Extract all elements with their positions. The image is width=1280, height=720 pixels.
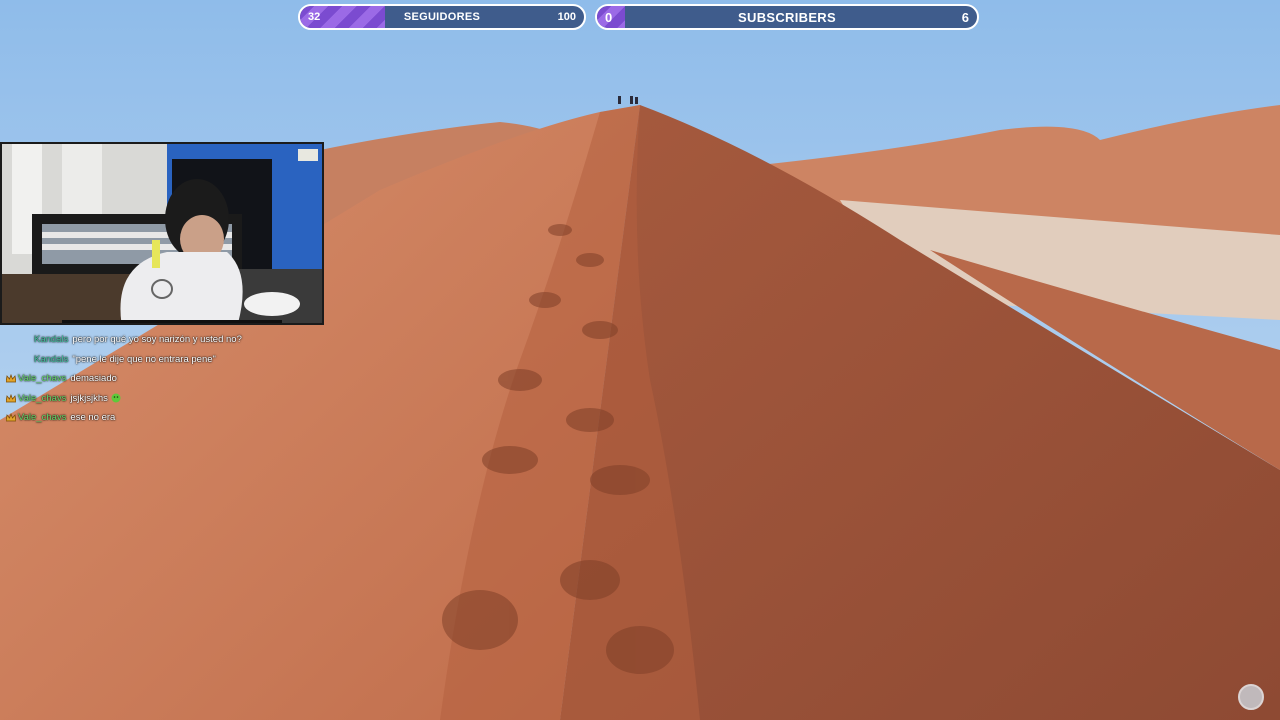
chat-username: Vale_chavs <box>18 373 67 385</box>
followers-target-count: 100 <box>557 11 576 23</box>
followers-goal-bar: 32 SEGUIDORES 100 <box>298 4 586 30</box>
chat-text: jsjkjsjkhs <box>70 392 108 404</box>
chat-text: demasiado <box>70 373 117 385</box>
crown-badge-icon <box>6 374 16 383</box>
green-emote-icon <box>111 393 121 403</box>
chat-message: Vale_chavs ese no era <box>6 408 326 428</box>
crown-badge-icon <box>6 393 16 403</box>
subscribers-goal-label: SUBSCRIBERS <box>738 9 836 25</box>
chat-text: pero por qué yo soy narizón y usted no? <box>72 334 242 346</box>
chat-message: Kandals pero por qué yo soy narizón y us… <box>6 330 326 350</box>
subscribers-target-count: 6 <box>961 9 969 25</box>
chat-text: ese no era <box>70 412 116 424</box>
chat-message: Vale_chavs demasiado <box>6 369 326 389</box>
crown-badge-icon <box>6 413 16 422</box>
chat-username: Kandals <box>34 353 69 365</box>
subscribers-goal-bar: 0 SUBSCRIBERS 6 <box>595 4 979 30</box>
webcam-overlay <box>0 142 324 325</box>
chat-overlay: Kandals pero por qué yo soy narizón y us… <box>6 330 326 428</box>
chat-message: Vale_chavs jsjkjsjkhs <box>6 389 326 409</box>
chat-username: Vale_chavs <box>18 392 67 404</box>
chat-username: Vale_chavs <box>18 412 67 424</box>
channel-avatar-icon <box>1238 684 1264 710</box>
chat-text: "pene le dije que no entrara pene" <box>72 353 216 365</box>
chat-message: Kandals "pene le dije que no entrara pen… <box>6 350 326 370</box>
chat-username: Kandals <box>34 334 69 346</box>
faded-chat-line <box>6 121 9 131</box>
followers-goal-label: SEGUIDORES <box>403 11 481 23</box>
webcam-image <box>2 144 322 323</box>
